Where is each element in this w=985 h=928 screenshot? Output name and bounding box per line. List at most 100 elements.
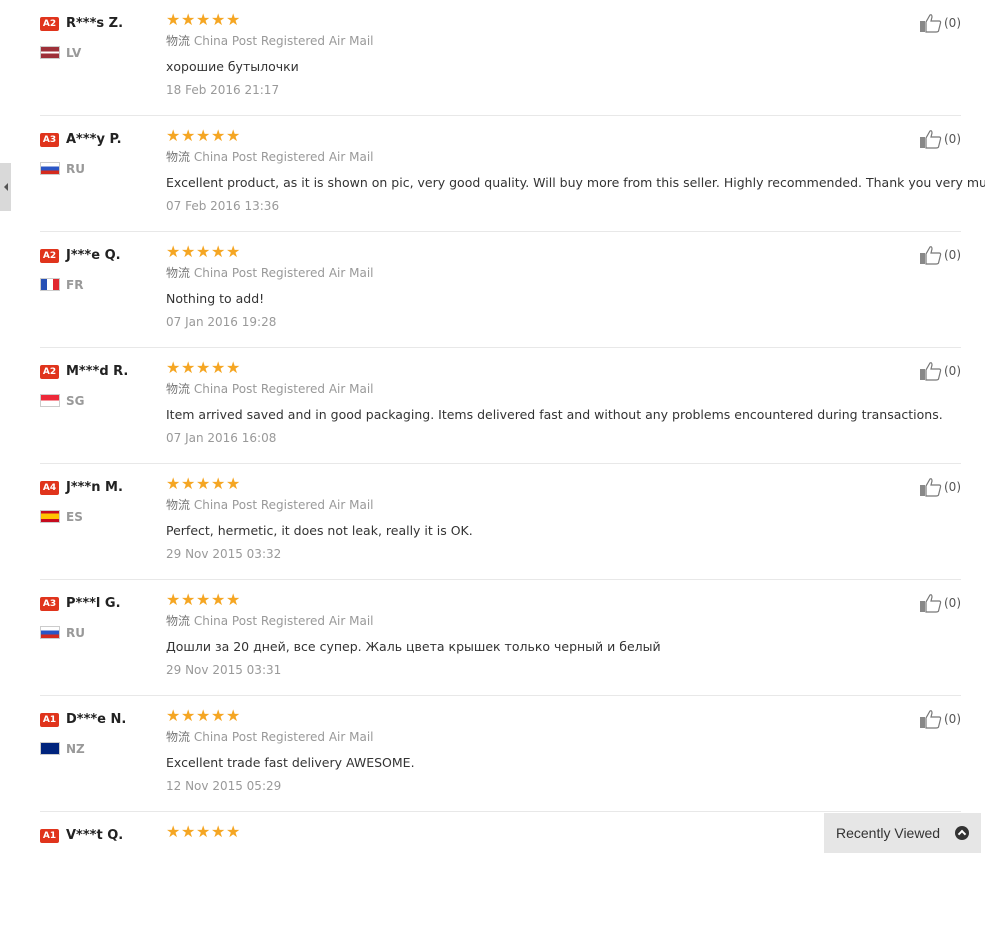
thumbs-up-icon [920, 14, 942, 33]
reviewer-info: A2 R***s Z. LV [40, 13, 160, 60]
reviewer-country: RU [40, 158, 160, 176]
reviewer-name: J***e Q. [66, 248, 121, 263]
star-icon: ★ [211, 474, 226, 493]
logistics-label: 物流 [166, 150, 191, 164]
review-item: A1 D***e N. NZ ★★★★★ 物流 China Post Regist… [40, 696, 961, 812]
review-body: ★★★★★ 物流 China Post Registered Air Mail … [166, 126, 985, 214]
star-icon: ★ [226, 358, 241, 377]
star-icon: ★ [211, 126, 226, 145]
shipping-name: China Post Registered Air Mail [193, 34, 374, 48]
reviewer-info: A1 V***t Q. [40, 825, 160, 844]
helpful-count: (0) [944, 712, 961, 726]
flag-sg-icon [40, 394, 60, 407]
review-body: ★★★★★ 物流 China Post Registered Air Mail … [166, 590, 961, 678]
star-icon: ★ [226, 242, 241, 261]
shipping-name: China Post Registered Air Mail [193, 730, 374, 744]
star-icon: ★ [196, 822, 211, 841]
helpful-button[interactable]: (0) [919, 13, 961, 33]
flag-ru-icon [40, 626, 60, 639]
country-code: FR [66, 277, 84, 292]
helpful-button[interactable]: (0) [919, 477, 961, 497]
buyer-level-badge: A2 [40, 364, 59, 379]
helpful-count: (0) [944, 132, 961, 146]
review-item: A3 P***l G. RU ★★★★★ 物流 China Post Regist… [40, 580, 961, 696]
star-icon: ★ [196, 126, 211, 145]
reviewer-name: P***l G. [66, 596, 121, 611]
helpful-button[interactable]: (0) [919, 361, 961, 381]
review-body: ★★★★★ 物流 China Post Registered Air Mail … [166, 10, 961, 98]
reviewer-country: NZ [40, 738, 160, 756]
shipping-name: China Post Registered Air Mail [193, 614, 374, 628]
star-icon: ★ [196, 590, 211, 609]
reviewer-name: M***d R. [66, 364, 129, 379]
reviewer-name: J***n M. [66, 480, 123, 495]
star-rating: ★★★★★ [166, 708, 961, 724]
star-icon: ★ [196, 242, 211, 261]
star-icon: ★ [226, 706, 241, 725]
star-icon: ★ [211, 358, 226, 377]
shipping-method: 物流 China Post Registered Air Mail [166, 150, 961, 164]
star-icon: ★ [226, 474, 241, 493]
review-comment: Excellent trade fast delivery AWESOME. [166, 755, 415, 770]
shipping-name: China Post Registered Air Mail [193, 382, 374, 396]
star-icon: ★ [166, 10, 181, 29]
helpful-button[interactable]: (0) [919, 245, 961, 265]
flag-ru-icon [40, 162, 60, 175]
helpful-button[interactable]: (0) [919, 593, 961, 613]
feedback-list: A2 R***s Z. LV ★★★★★ 物流 China Post Regist… [40, 0, 985, 928]
star-rating: ★★★★★ [166, 244, 961, 260]
country-code: ES [66, 509, 83, 524]
helpful-button[interactable]: (0) [919, 709, 961, 729]
helpful-count: (0) [944, 364, 961, 378]
review-item: A2 J***e Q. FR ★★★★★ 物流 China Post Regist… [40, 232, 961, 348]
side-collapse-tab[interactable] [0, 163, 11, 211]
review-item: A3 A***y P. RU ★★★★★ 物流 China Post Regist… [40, 116, 985, 232]
chevron-up-icon [955, 826, 969, 840]
shipping-name: China Post Registered Air Mail [193, 498, 374, 512]
shipping-method: 物流 China Post Registered Air Mail [166, 34, 961, 48]
review-date: 29 Nov 2015 03:31 [166, 663, 282, 677]
star-icon: ★ [166, 590, 181, 609]
thumbs-up-icon [920, 362, 942, 381]
star-icon: ★ [196, 358, 211, 377]
review-date: 29 Nov 2015 03:32 [166, 547, 282, 561]
logistics-label: 物流 [166, 34, 191, 48]
reviewer-info: A3 P***l G. RU [40, 593, 160, 640]
helpful-count: (0) [944, 480, 961, 494]
reviewer-country: ES [40, 506, 160, 524]
star-icon: ★ [211, 590, 226, 609]
thumbs-up-icon [920, 594, 942, 613]
recently-viewed-button[interactable]: Recently Viewed [824, 813, 981, 853]
shipping-name: China Post Registered Air Mail [193, 266, 374, 280]
reviewer-info: A2 M***d R. SG [40, 361, 160, 408]
reviewer-info: A2 J***e Q. FR [40, 245, 160, 292]
buyer-level-badge: A3 [40, 132, 59, 147]
star-icon: ★ [181, 474, 196, 493]
helpful-button[interactable]: (0) [919, 129, 961, 149]
reviewer-country: FR [40, 274, 160, 292]
buyer-level-badge: A3 [40, 596, 59, 611]
logistics-label: 物流 [166, 498, 191, 512]
buyer-level-badge: A1 [40, 712, 59, 727]
review-date: 12 Nov 2015 05:29 [166, 779, 282, 793]
star-icon: ★ [196, 706, 211, 725]
review-body: ★★★★★ 物流 China Post Registered Air Mail … [166, 708, 961, 794]
helpful-count: (0) [944, 16, 961, 30]
thumbs-up-icon [920, 130, 942, 149]
reviewer-name: A***y P. [66, 132, 122, 147]
logistics-label: 物流 [166, 730, 191, 744]
reviewer-country: SG [40, 390, 160, 408]
logistics-label: 物流 [166, 382, 191, 396]
star-icon: ★ [226, 10, 241, 29]
star-icon: ★ [181, 242, 196, 261]
reviewer-country: LV [40, 42, 160, 60]
review-body: ★★★★★ 物流 China Post Registered Air Mail … [166, 244, 961, 330]
flag-lv-icon [40, 46, 60, 59]
buyer-level-badge: A2 [40, 248, 59, 263]
star-icon: ★ [196, 10, 211, 29]
review-item: A4 J***n M. ES ★★★★★ 物流 China Post Regist… [40, 464, 961, 580]
shipping-method: 物流 China Post Registered Air Mail [166, 730, 961, 744]
country-code: RU [66, 625, 85, 640]
country-code: LV [66, 45, 82, 60]
country-code: RU [66, 161, 85, 176]
